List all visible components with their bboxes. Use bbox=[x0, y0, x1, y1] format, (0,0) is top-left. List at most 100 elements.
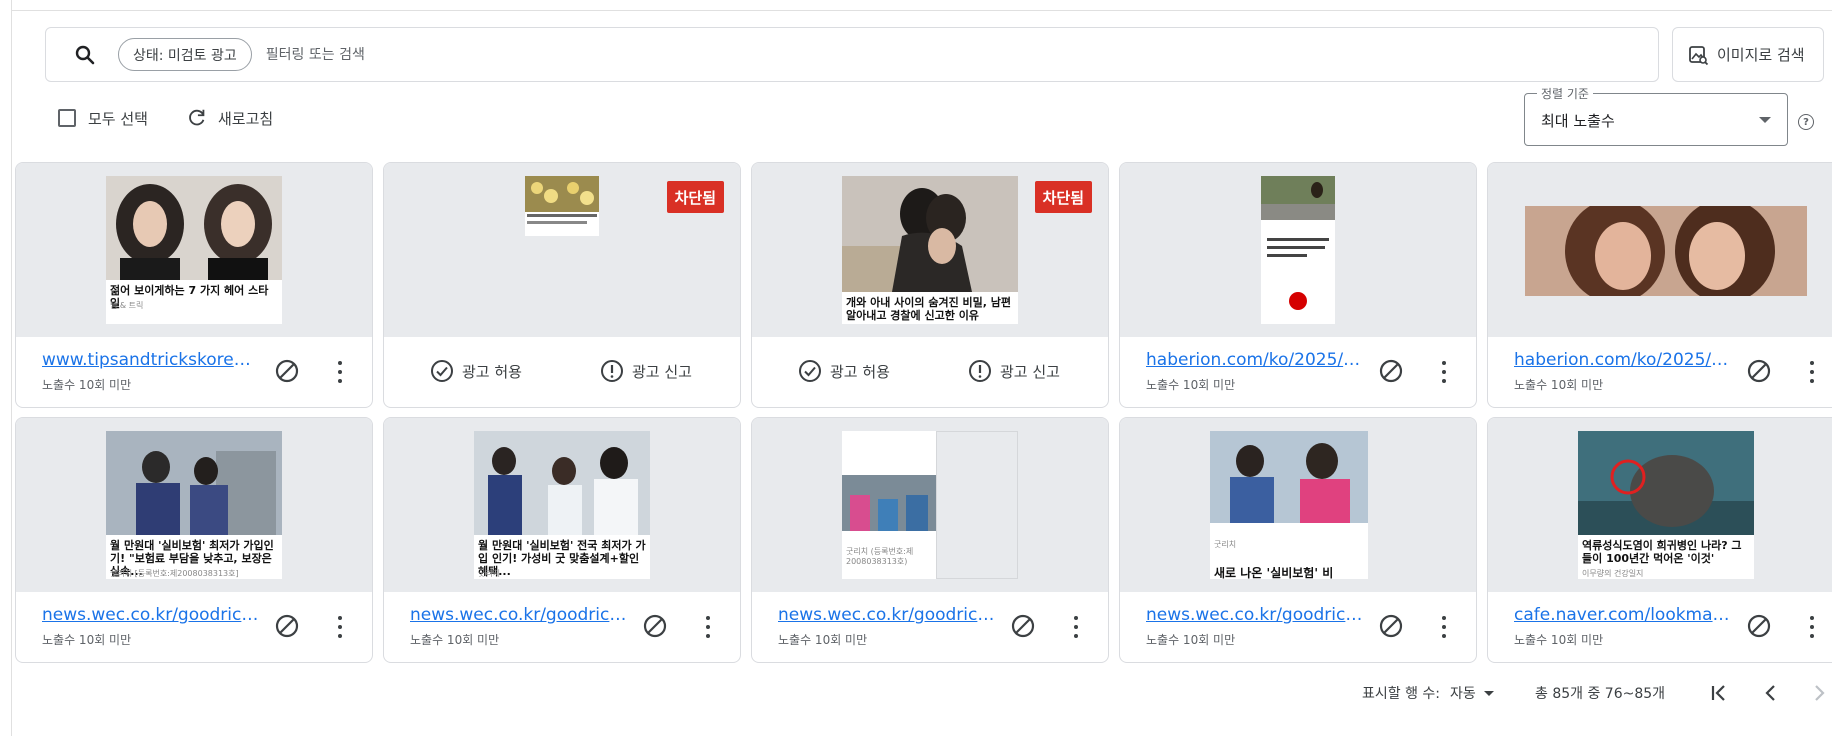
block-icon[interactable] bbox=[1010, 613, 1036, 639]
more-vert-icon[interactable] bbox=[336, 616, 344, 638]
ad-url-link[interactable]: news.wec.co.kr/goodrich... bbox=[410, 605, 628, 625]
image-search-label: 이미지로 검색 bbox=[1717, 46, 1805, 64]
page-range: 총 85개 중 76~85개 bbox=[1535, 680, 1665, 706]
ad-text-line bbox=[1267, 246, 1325, 249]
report-icon bbox=[969, 360, 991, 382]
ad-url-link[interactable]: news.wec.co.kr/goodrich... bbox=[1146, 605, 1364, 625]
block-icon[interactable] bbox=[642, 613, 668, 639]
ad-photo bbox=[106, 431, 282, 535]
ad-review-page: 상태: 미검토 광고 이미지로 검색 모두 선택 새로고침 정렬 기준 최대 노… bbox=[0, 0, 1832, 736]
impressions-text: 노출수 10회 미만 bbox=[778, 633, 868, 647]
block-icon[interactable] bbox=[1378, 358, 1404, 384]
block-icon[interactable] bbox=[274, 613, 300, 639]
ad-photo bbox=[1261, 176, 1335, 220]
check-circle-icon bbox=[431, 360, 453, 382]
ad-caption: 개와 아내 사이의 숨겨진 비밀, 남편 알아내고 경찰에 신고한 이유 bbox=[846, 296, 1012, 322]
ad-url-link[interactable]: haberion.com/ko/2025/0... bbox=[1146, 350, 1364, 370]
block-icon[interactable] bbox=[1746, 358, 1772, 384]
report-icon bbox=[601, 360, 623, 382]
search-input[interactable] bbox=[265, 46, 866, 63]
ad-url-link[interactable]: news.wec.co.kr/goodrich... bbox=[42, 605, 260, 625]
ad-photo bbox=[525, 176, 599, 212]
prev-page-icon[interactable] bbox=[1758, 680, 1784, 706]
more-vert-icon[interactable] bbox=[1072, 616, 1080, 638]
impressions-text: 노출수 10회 미만 bbox=[42, 378, 132, 392]
ad-photo bbox=[842, 475, 936, 531]
ad-photo bbox=[842, 176, 1018, 292]
ad-thumbnail: 월 만원대 '실비보험' 최저가 가입인기! "보험료 부담을 낮추고, 보장은… bbox=[16, 418, 372, 592]
ad-card[interactable]: 젊어 보이게하는 7 가지 헤어 스타일 팁 & 트릭 www.tipsandt… bbox=[15, 162, 373, 408]
more-vert-icon[interactable] bbox=[1808, 361, 1816, 383]
ad-card[interactable]: 월 만원대 '실비보험' 최저가 가입인기! "보험료 부담을 낮추고, 보장은… bbox=[15, 417, 373, 663]
card-footer: news.wec.co.kr/goodrich... 노출수 10회 미만 bbox=[752, 592, 1108, 662]
left-rail bbox=[0, 0, 12, 736]
card-footer: news.wec.co.kr/goodrich... 노출수 10회 미만 bbox=[1120, 592, 1476, 662]
ad-arrow-icon bbox=[1289, 292, 1307, 310]
refresh-icon bbox=[189, 109, 205, 126]
report-ad-button[interactable]: 광고 신고 bbox=[968, 357, 1060, 385]
block-icon[interactable] bbox=[274, 358, 300, 384]
more-vert-icon[interactable] bbox=[1440, 616, 1448, 638]
select-all-checkbox[interactable]: 모두 선택 bbox=[58, 105, 148, 131]
ad-thumbnail: 차단됨 bbox=[384, 163, 740, 337]
ad-url-link[interactable]: haberion.com/ko/2025/0... bbox=[1514, 350, 1732, 370]
allow-ad-label: 광고 허용 bbox=[830, 362, 890, 381]
ad-image: 역류성식도염이 희귀병인 나라? 그들이 100년간 먹어온 '이것' 이무량의… bbox=[1578, 431, 1754, 579]
ad-thumbnail: 젊어 보이게하는 7 가지 헤어 스타일 팁 & 트릭 bbox=[16, 163, 372, 337]
ad-thumbnail bbox=[1120, 163, 1476, 337]
card-footer: haberion.com/ko/2025/0... 노출수 10회 미만 bbox=[1488, 337, 1832, 407]
ad-image: 개와 아내 사이의 숨겨진 비밀, 남편 알아내고 경찰에 신고한 이유 bbox=[842, 176, 1018, 324]
status-filter-chip[interactable]: 상태: 미검토 광고 bbox=[118, 38, 252, 71]
card-footer: 광고 허용 광고 신고 bbox=[752, 337, 1108, 407]
report-ad-button[interactable]: 광고 신고 bbox=[600, 357, 692, 385]
ad-card[interactable]: 차단됨 광고 허용 광고 신고 bbox=[383, 162, 741, 408]
image-search-button[interactable]: 이미지로 검색 bbox=[1672, 27, 1824, 82]
allow-ad-label: 광고 허용 bbox=[462, 362, 522, 381]
dropdown-arrow-icon bbox=[1483, 690, 1494, 696]
ad-card[interactable]: 역류성식도염이 희귀병인 나라? 그들이 100년간 먹어온 '이것' 이무량의… bbox=[1487, 417, 1832, 663]
ad-card[interactable]: 개와 아내 사이의 숨겨진 비밀, 남편 알아내고 경찰에 신고한 이유 차단됨… bbox=[751, 162, 1109, 408]
ad-image: 굿리치 (등록번호:제 2008038313호) bbox=[842, 431, 936, 579]
rows-per-page: 표시할 행 수: 자동 bbox=[1362, 680, 1494, 706]
ad-image bbox=[1525, 206, 1807, 296]
ad-text-line bbox=[1267, 254, 1307, 257]
sort-select[interactable]: 정렬 기준 최대 노출수 bbox=[1524, 85, 1788, 146]
blocked-badge: 차단됨 bbox=[666, 181, 724, 213]
first-page-icon[interactable] bbox=[1706, 680, 1732, 706]
ad-card[interactable]: 굿리치 새로 나온 '실비보험' 비 news.wec.co.kr/goodri… bbox=[1119, 417, 1477, 663]
blocked-badge: 차단됨 bbox=[1034, 181, 1092, 213]
more-vert-icon[interactable] bbox=[1440, 361, 1448, 383]
ad-thumbnail: 역류성식도염이 희귀병인 나라? 그들이 100년간 먹어온 '이것' 이무량의… bbox=[1488, 418, 1832, 592]
ad-thumbnail: 굿리치 새로 나온 '실비보험' 비 bbox=[1120, 418, 1476, 592]
impressions-text: 노출수 10회 미만 bbox=[410, 633, 500, 647]
card-footer: news.wec.co.kr/goodrich... 노출수 10회 미만 bbox=[16, 592, 372, 662]
block-icon[interactable] bbox=[1378, 613, 1404, 639]
more-vert-icon[interactable] bbox=[1808, 616, 1816, 638]
impressions-text: 노출수 10회 미만 bbox=[1514, 378, 1604, 392]
filter-search-bar[interactable]: 상태: 미검토 광고 bbox=[45, 27, 1659, 82]
ad-url-link[interactable]: cafe.naver.com/lookman/... bbox=[1514, 605, 1732, 625]
refresh-button[interactable]: 새로고침 bbox=[186, 105, 273, 131]
sort-legend: 정렬 기준 bbox=[1537, 85, 1593, 102]
ad-card[interactable]: 월 만원대 '실비보험' 전국 최저가 가입 인기! 가성비 굿 맞춤설계+할인… bbox=[383, 417, 741, 663]
allow-ad-button[interactable]: 광고 허용 bbox=[430, 357, 522, 385]
rows-per-page-label: 표시할 행 수: bbox=[1362, 686, 1441, 702]
next-page-icon[interactable] bbox=[1806, 680, 1832, 706]
help-icon[interactable]: ? bbox=[1798, 114, 1814, 130]
allow-ad-button[interactable]: 광고 허용 bbox=[798, 357, 890, 385]
more-vert-icon[interactable] bbox=[336, 361, 344, 383]
more-vert-icon[interactable] bbox=[704, 616, 712, 638]
ad-card[interactable]: haberion.com/ko/2025/0... 노출수 10회 미만 bbox=[1119, 162, 1477, 408]
ad-url-link[interactable]: news.wec.co.kr/goodrich... bbox=[778, 605, 996, 625]
card-footer: cafe.naver.com/lookman/... 노출수 10회 미만 bbox=[1488, 592, 1832, 662]
rows-per-page-select[interactable]: 자동 bbox=[1450, 683, 1494, 703]
ad-photo bbox=[474, 431, 650, 535]
ad-card[interactable]: 굿리치 (등록번호:제 2008038313호) news.wec.co.kr/… bbox=[751, 417, 1109, 663]
checkbox-icon bbox=[58, 109, 76, 127]
ad-card[interactable]: haberion.com/ko/2025/0... 노출수 10회 미만 bbox=[1487, 162, 1832, 408]
block-icon[interactable] bbox=[1746, 613, 1772, 639]
top-divider bbox=[0, 10, 1832, 11]
ad-source: 굿리치 bbox=[478, 569, 501, 578]
ad-url-link[interactable]: www.tipsandtrickskorea.c... bbox=[42, 350, 260, 370]
ad-thumbnail: 개와 아내 사이의 숨겨진 비밀, 남편 알아내고 경찰에 신고한 이유 차단됨 bbox=[752, 163, 1108, 337]
